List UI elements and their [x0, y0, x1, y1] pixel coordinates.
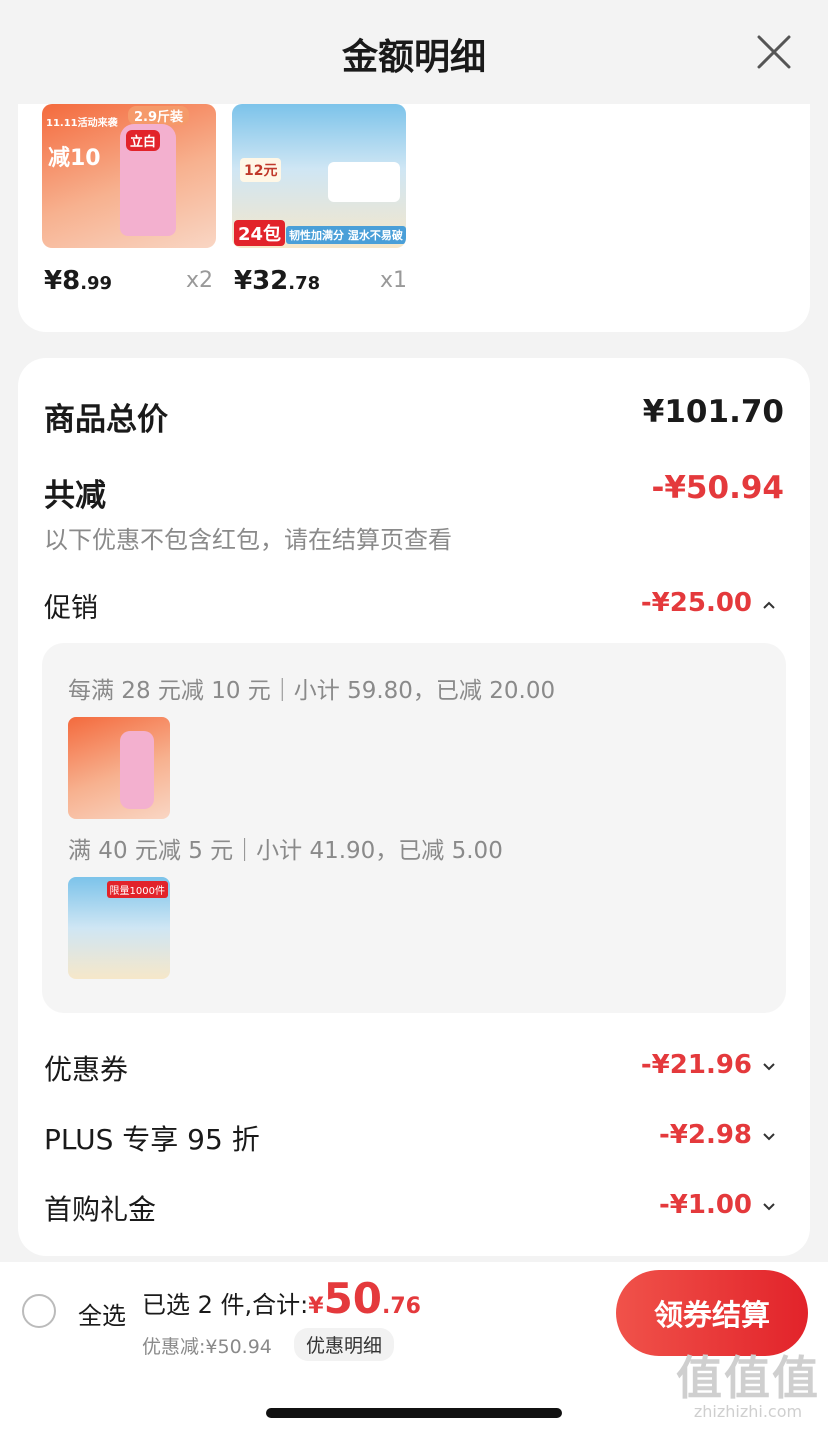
- promo-bottle-image: [120, 731, 154, 809]
- item-quantity: x1: [380, 268, 408, 293]
- promo-thumbnail-detergent[interactable]: [68, 717, 170, 819]
- discount-summary: 优惠减:¥50.94: [142, 1336, 272, 1358]
- pack-count-badge: 24包: [234, 220, 286, 246]
- item-price: ¥32.78: [234, 266, 320, 296]
- chevron-down-icon[interactable]: [762, 1201, 776, 1211]
- select-all-radio[interactable]: [22, 1294, 56, 1328]
- product-bottle-image: 立白: [120, 124, 176, 236]
- promo-value: -¥25.00: [640, 588, 752, 618]
- item-price-dec: .78: [288, 273, 321, 294]
- total-dec: .76: [382, 1294, 421, 1319]
- reduce-value: -¥50.94: [651, 470, 785, 506]
- total-label: 商品总价: [44, 402, 168, 438]
- close-icon[interactable]: [756, 34, 792, 70]
- size-tag: 2.9斤装: [128, 106, 190, 125]
- discount-badge: 减10: [48, 146, 101, 171]
- price-summary-card: 商品总价 ¥101.70 共减 -¥50.94 以下优惠不包含红包，请在结算页查…: [18, 358, 810, 1256]
- gift-value: -¥1.00: [658, 1190, 752, 1220]
- selected-text: 已选 2 件,合计:: [142, 1291, 309, 1319]
- total-value: ¥101.70: [642, 394, 784, 430]
- promo-label: 促销: [44, 593, 98, 624]
- item-price-int: ¥32: [234, 266, 289, 296]
- product-thumbnail-detergent[interactable]: 11.11活动来袭 减10 2.9斤装 立白: [42, 104, 216, 248]
- item-quantity: x2: [186, 268, 214, 293]
- watermark-domain: zhizhizhi.com: [693, 1402, 803, 1421]
- chevron-down-icon[interactable]: [762, 1061, 776, 1071]
- home-indicator: [266, 1408, 562, 1418]
- gift-label: 首购礼金: [44, 1193, 157, 1226]
- promo-rule: 每满 28 元减 10 元｜小计 59.80，已减 20.00: [68, 678, 556, 704]
- checkout-button[interactable]: 领券结算: [616, 1270, 808, 1356]
- total-int: 50: [323, 1274, 383, 1323]
- product-card: 11.11活动来袭 减10 2.9斤装 立白 12元 24包 韧性加满分 湿水不…: [18, 104, 810, 332]
- limited-tag: 限量1000件: [106, 881, 168, 898]
- product-thumbnail-tissue[interactable]: 12元 24包 韧性加满分 湿水不易破: [232, 104, 406, 248]
- modal-header: 金额明细: [0, 0, 828, 104]
- watermark: 值值值 zhizhizhi.com: [676, 1354, 820, 1421]
- total-symbol: ¥: [308, 1294, 324, 1319]
- reduce-label: 共减: [44, 478, 106, 514]
- selected-summary: 已选 2 件,合计:¥50.76: [142, 1274, 421, 1323]
- plus-value: -¥2.98: [658, 1120, 752, 1150]
- tissue-box-image: [328, 162, 400, 202]
- select-all-label[interactable]: 全选: [78, 1296, 126, 1331]
- item-price-dec: .99: [80, 273, 113, 294]
- modal-title: 金额明细: [341, 37, 486, 78]
- discount-detail-link[interactable]: 优惠明细: [294, 1328, 395, 1361]
- price-badge: 12元: [240, 158, 282, 182]
- coupon-value: -¥21.96: [640, 1050, 752, 1080]
- plus-label: PLUS 专享 95 折: [44, 1123, 260, 1156]
- brand-logo-text: 立白: [126, 130, 161, 151]
- item-price-int: ¥8: [44, 266, 81, 296]
- slogan-text: 韧性加满分 湿水不易破: [286, 226, 406, 244]
- promo-rule: 满 40 元减 5 元｜小计 41.90，已减 5.00: [68, 838, 503, 864]
- item-price: ¥8.99: [44, 266, 112, 296]
- chevron-down-icon[interactable]: [762, 1131, 776, 1141]
- chevron-up-icon[interactable]: [762, 600, 776, 610]
- promo-details-panel: 每满 28 元减 10 元｜小计 59.80，已减 20.00 满 40 元减 …: [42, 643, 786, 1013]
- promo-thumbnail-tissue[interactable]: 限量1000件: [68, 877, 170, 979]
- promo-tag-text: 11.11活动来袭: [46, 118, 118, 129]
- watermark-brand: 值值值: [676, 1351, 820, 1405]
- coupon-label: 优惠券: [44, 1053, 129, 1086]
- discount-note: 以下优惠不包含红包，请在结算页查看: [44, 526, 452, 554]
